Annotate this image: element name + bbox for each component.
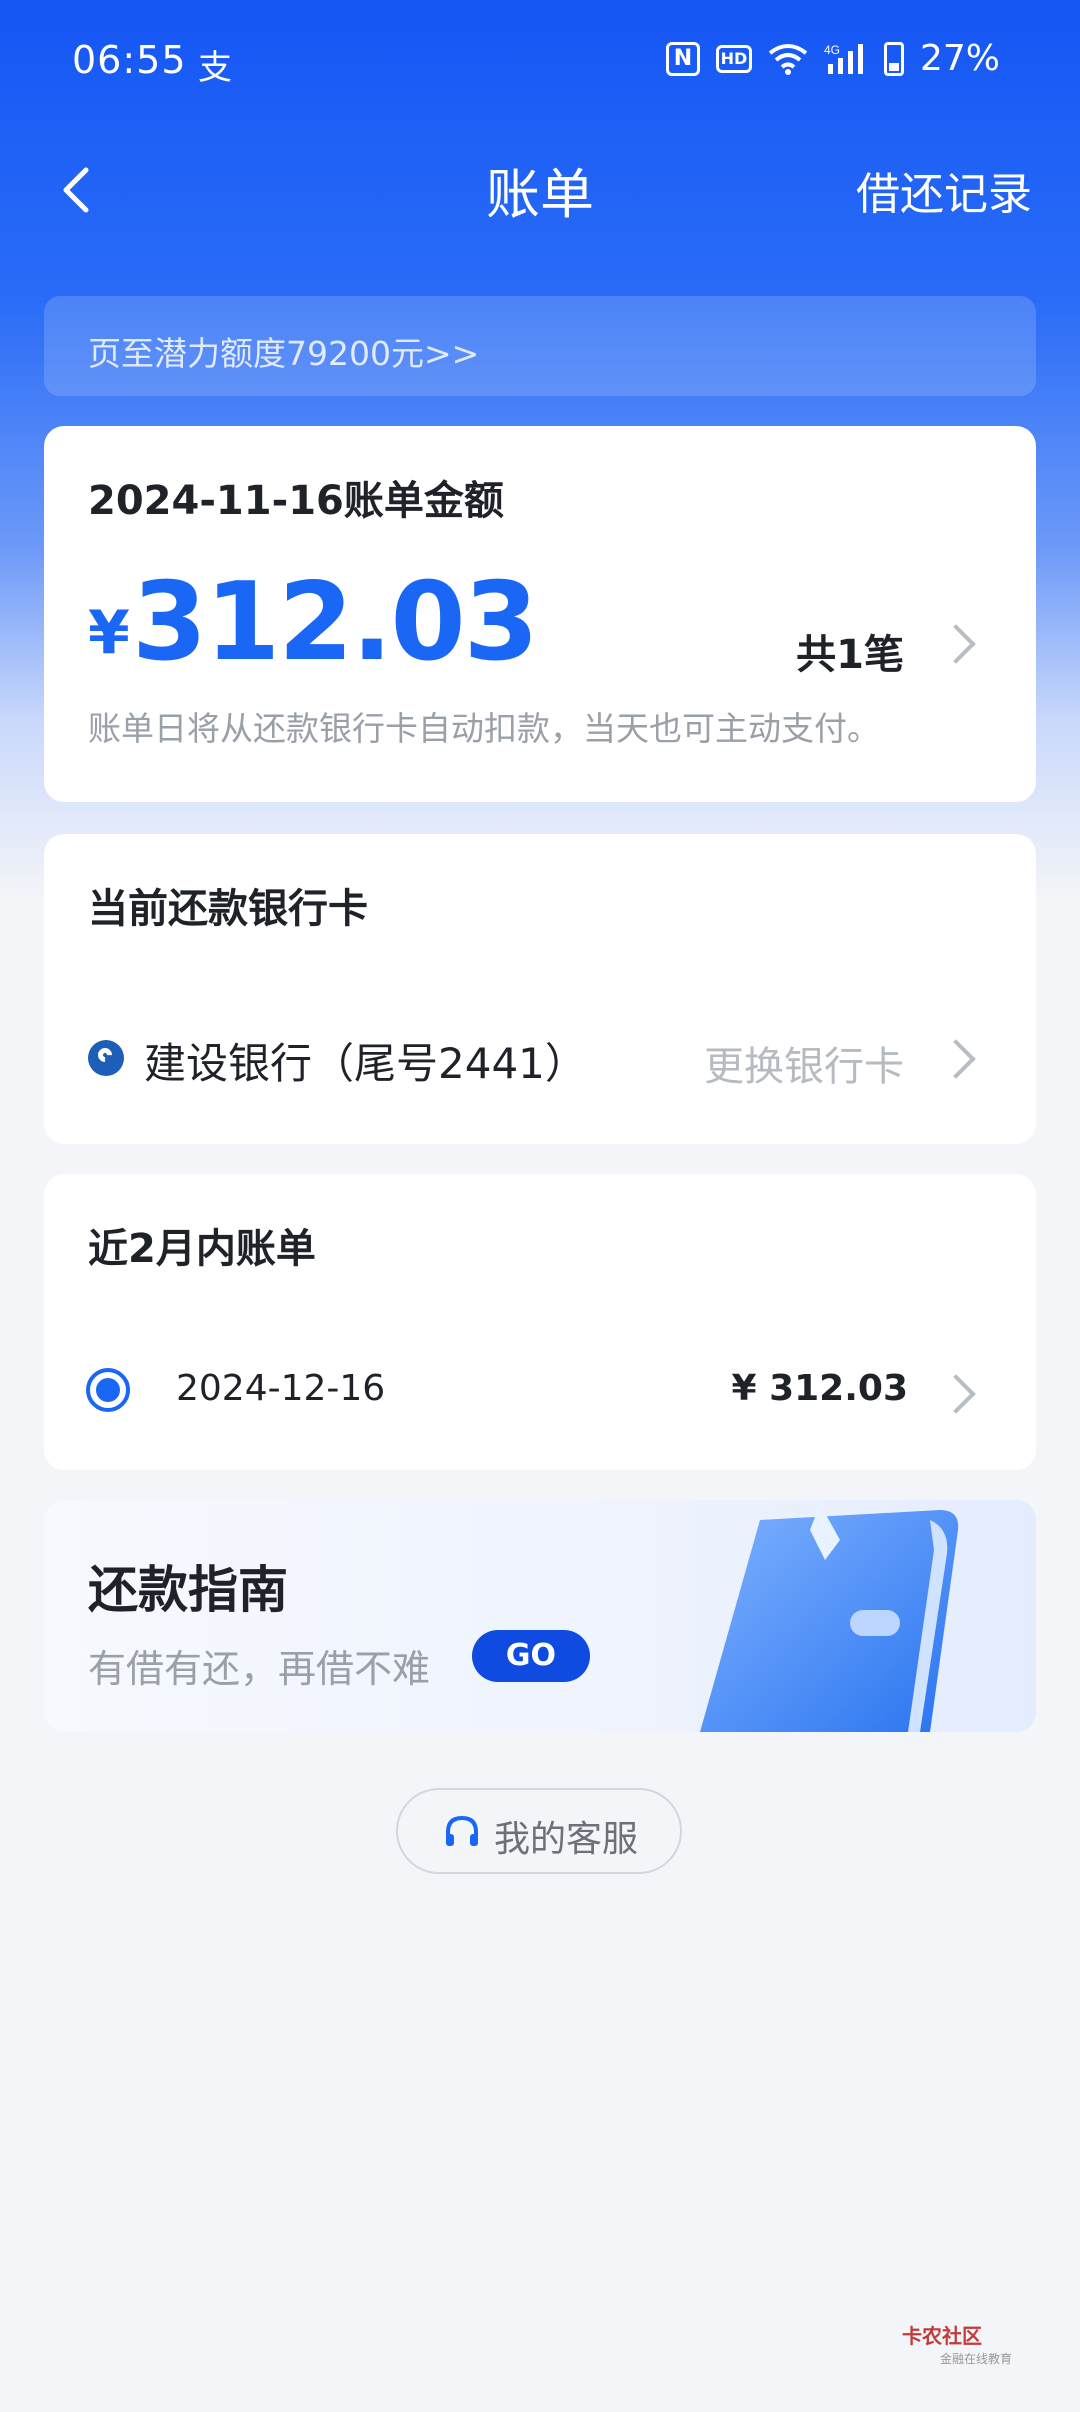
bill-radio-selected[interactable] [86, 1368, 130, 1412]
currency-symbol: ¥ [88, 598, 130, 668]
book-illustration [690, 1500, 990, 1732]
alipay-status-icon: 支 [198, 48, 232, 88]
hd-icon: HD [715, 44, 752, 73]
battery-percent: 27% [919, 38, 1000, 79]
go-button[interactable]: GO [472, 1630, 590, 1682]
bank-name: 建设银行（尾号2441） [144, 1039, 587, 1088]
bank-section-title: 当前还款银行卡 [88, 886, 368, 932]
signal-icon: 4G [824, 42, 868, 76]
bill-title: 2024-11-16账单金额 [88, 478, 504, 524]
guide-subtitle: 有借有还，再借不难 [88, 1647, 431, 1691]
bill-amount: 312.03 [132, 560, 539, 685]
promo-text: 页至潜力额度79200元>> [88, 334, 480, 373]
borrow-repay-records-link[interactable]: 借还记录 [856, 158, 1032, 222]
status-time: 06:55 [72, 38, 187, 82]
headset-icon [442, 1812, 482, 1852]
network-type-label: 4G [824, 43, 840, 57]
ccb-bank-icon [88, 1040, 124, 1076]
change-bank-card-button[interactable]: 更换银行卡 [704, 1034, 904, 1092]
watermark-subtitle: 金融在线教育 [940, 2352, 1013, 2366]
bill-item-amount[interactable]: ¥ 312.03 [731, 1368, 908, 1409]
customer-service-label: 我的客服 [494, 1819, 639, 1860]
battery-icon [883, 41, 904, 76]
guide-title: 还款指南 [88, 1561, 288, 1619]
bill-item-date[interactable]: 2024-12-16 [176, 1368, 385, 1409]
wifi-icon [768, 43, 808, 75]
recent-bills-title: 近2月内账单 [88, 1226, 316, 1272]
bill-count: 共1笔 [796, 632, 904, 678]
status-icons: N HD 4G 27% [665, 38, 1000, 79]
nfc-icon: N [665, 41, 700, 76]
watermark-logo: 卡农社区 [902, 2324, 982, 2348]
bill-description: 账单日将从还款银行卡自动扣款，当天也可主动支付。 [88, 709, 880, 748]
